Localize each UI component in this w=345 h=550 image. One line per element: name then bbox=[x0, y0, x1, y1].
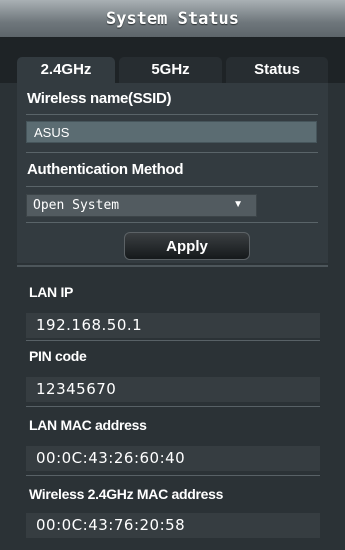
auth-method-select[interactable]: Open System ▼ bbox=[26, 194, 257, 217]
pin-code-label: PIN code bbox=[29, 348, 87, 364]
divider bbox=[26, 152, 318, 153]
divider bbox=[26, 340, 320, 341]
wireless-mac-value: 00:0C:43:76:20:58 bbox=[26, 513, 320, 538]
wireless-mac-label: Wireless 2.4GHz MAC address bbox=[29, 486, 224, 502]
divider bbox=[26, 114, 318, 115]
divider bbox=[26, 222, 318, 223]
tab-5ghz[interactable]: 5GHz bbox=[119, 57, 222, 83]
lan-mac-value: 00:0C:43:26:60:40 bbox=[26, 446, 320, 471]
auth-method-value: Open System bbox=[33, 198, 120, 213]
auth-method-label: Authentication Method bbox=[27, 161, 184, 178]
ssid-label: Wireless name(SSID) bbox=[27, 90, 172, 107]
system-status-panel: System Status 2.4GHz 5GHz Status Wireles… bbox=[0, 0, 345, 550]
section-separator bbox=[17, 265, 328, 267]
lan-ip-label: LAN IP bbox=[29, 284, 74, 300]
band-tabs: 2.4GHz 5GHz Status bbox=[0, 38, 345, 83]
apply-button[interactable]: Apply bbox=[124, 232, 250, 260]
dropdown-arrow-icon: ▼ bbox=[233, 199, 243, 210]
divider bbox=[26, 406, 320, 407]
divider bbox=[26, 186, 318, 187]
ssid-input[interactable] bbox=[26, 121, 317, 143]
divider bbox=[26, 475, 320, 476]
tab-2-4ghz[interactable]: 2.4GHz bbox=[17, 57, 115, 83]
lan-ip-value: 192.168.50.1 bbox=[26, 313, 320, 338]
pin-code-value: 12345670 bbox=[26, 377, 320, 402]
tab-status[interactable]: Status bbox=[226, 57, 328, 83]
panel-title: System Status bbox=[0, 0, 345, 38]
lan-mac-label: LAN MAC address bbox=[29, 417, 147, 433]
